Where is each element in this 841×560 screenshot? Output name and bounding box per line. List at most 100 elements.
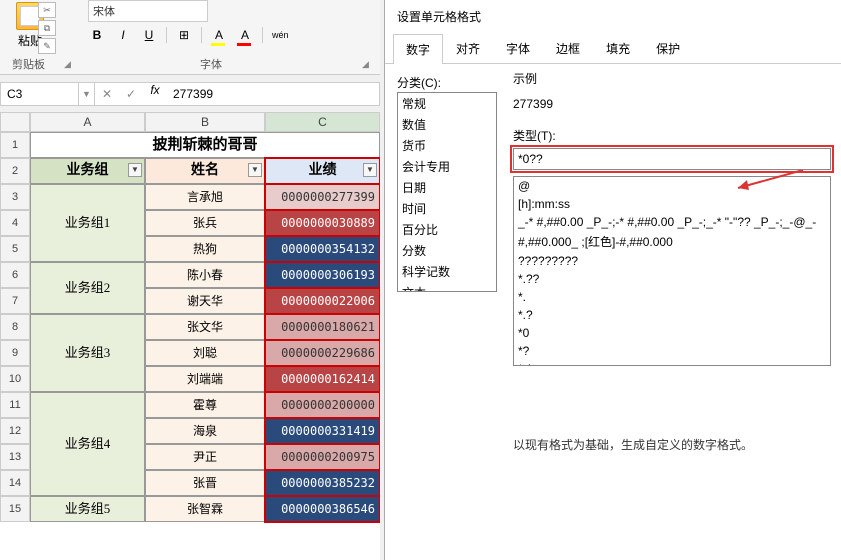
type-item[interactable]: @ (514, 177, 830, 195)
name-cell[interactable]: 张晋 (145, 470, 265, 496)
type-input[interactable] (513, 148, 831, 170)
col-header-b[interactable]: B (145, 112, 265, 132)
copy-icon[interactable]: ⧉ (38, 20, 56, 36)
type-item[interactable]: *0 (514, 324, 830, 342)
underline-button[interactable]: U (140, 26, 158, 44)
col-header-c[interactable]: C (265, 112, 380, 132)
value-cell[interactable]: 0000000386546 (265, 496, 380, 522)
category-item[interactable]: 货币 (398, 135, 496, 156)
header-group[interactable]: 业务组 ▼ (30, 158, 145, 184)
format-painter-icon[interactable]: ✎ (38, 38, 56, 54)
category-item[interactable]: 百分比 (398, 219, 496, 240)
value-cell[interactable]: 0000000162414 (265, 366, 380, 392)
value-cell[interactable]: 0000000200000 (265, 392, 380, 418)
cut-icon[interactable]: ✂ (38, 2, 56, 18)
type-list[interactable]: @[h]:mm:ss_-* #,##0.00 _P_-;-* #,##0.00 … (513, 176, 831, 366)
filter-dropdown-icon[interactable]: ▼ (128, 163, 142, 177)
italic-button[interactable]: I (114, 26, 132, 44)
name-cell[interactable]: 尹正 (145, 444, 265, 470)
name-cell[interactable]: 谢天华 (145, 288, 265, 314)
filter-dropdown-icon[interactable]: ▼ (363, 163, 377, 177)
fx-icon[interactable]: fx (143, 83, 167, 105)
type-item[interactable]: ????????? (514, 252, 830, 270)
value-cell[interactable]: 0000000030889 (265, 210, 380, 236)
row-header[interactable]: 6 (0, 262, 30, 288)
value-cell[interactable]: 0000000229686 (265, 340, 380, 366)
row-header[interactable]: 1 (0, 132, 30, 158)
title-cell[interactable]: 披荆斩棘的哥哥 (30, 132, 380, 158)
name-box-dropdown-icon[interactable]: ▼ (79, 83, 95, 105)
value-cell[interactable]: 0000000331419 (265, 418, 380, 444)
header-name[interactable]: 姓名 ▼ (145, 158, 265, 184)
category-item[interactable]: 日期 (398, 177, 496, 198)
row-header[interactable]: 9 (0, 340, 30, 366)
name-cell[interactable]: 刘端端 (145, 366, 265, 392)
category-item[interactable]: 时间 (398, 198, 496, 219)
tab-保护[interactable]: 保护 (643, 33, 693, 63)
name-cell[interactable]: 张智霖 (145, 496, 265, 522)
phonetic-button[interactable]: wén (271, 26, 289, 44)
type-item[interactable]: #,##0.000_ ;[红色]-#,##0.000 (514, 231, 830, 252)
accept-formula-icon[interactable]: ✓ (119, 87, 143, 101)
header-value[interactable]: 业绩 ▼ (265, 158, 380, 184)
row-header[interactable]: 8 (0, 314, 30, 340)
bold-button[interactable]: B (88, 26, 106, 44)
name-box[interactable]: C3 (1, 83, 79, 105)
category-item[interactable]: 科学记数 (398, 261, 496, 282)
tab-对齐[interactable]: 对齐 (443, 33, 493, 63)
cancel-formula-icon[interactable]: ✕ (95, 87, 119, 101)
type-item[interactable]: *.? (514, 306, 830, 324)
row-header[interactable]: 15 (0, 496, 30, 522)
select-all-corner[interactable] (0, 112, 30, 132)
tab-填充[interactable]: 填充 (593, 33, 643, 63)
row-header[interactable]: 2 (0, 158, 30, 184)
group-cell[interactable]: 业务组2 (30, 262, 145, 314)
name-cell[interactable]: 言承旭 (145, 184, 265, 210)
clipboard-expand-icon[interactable]: ◢ (64, 59, 71, 70)
name-cell[interactable]: 海泉 (145, 418, 265, 444)
type-item[interactable]: *.1 (514, 360, 830, 366)
tab-字体[interactable]: 字体 (493, 33, 543, 63)
category-item[interactable]: 分数 (398, 240, 496, 261)
type-item[interactable]: _-* #,##0.00 _P_-;-* #,##0.00 _P_-;_-* "… (514, 213, 830, 231)
name-cell[interactable]: 陈小春 (145, 262, 265, 288)
value-cell[interactable]: 0000000385232 (265, 470, 380, 496)
name-cell[interactable]: 张兵 (145, 210, 265, 236)
filter-dropdown-icon[interactable]: ▼ (248, 163, 262, 177)
name-cell[interactable]: 霍尊 (145, 392, 265, 418)
row-header[interactable]: 4 (0, 210, 30, 236)
font-expand-icon[interactable]: ◢ (362, 59, 369, 70)
row-header[interactable]: 11 (0, 392, 30, 418)
row-header[interactable]: 12 (0, 418, 30, 444)
value-cell[interactable]: 0000000306193 (265, 262, 380, 288)
value-cell[interactable]: 0000000277399 (265, 184, 380, 210)
row-header[interactable]: 3 (0, 184, 30, 210)
formula-input[interactable]: 277399 (167, 83, 379, 105)
value-cell[interactable]: 0000000354132 (265, 236, 380, 262)
value-cell[interactable]: 0000000022006 (265, 288, 380, 314)
group-cell[interactable]: 业务组3 (30, 314, 145, 392)
category-item[interactable]: 常规 (398, 93, 496, 114)
border-button[interactable]: ⊞ (175, 26, 193, 44)
row-header[interactable]: 7 (0, 288, 30, 314)
category-item[interactable]: 会计专用 (398, 156, 496, 177)
category-item[interactable]: 数值 (398, 114, 496, 135)
type-item[interactable]: *? (514, 342, 830, 360)
category-list[interactable]: 常规数值货币会计专用日期时间百分比分数科学记数文本特殊自定义 (397, 92, 497, 292)
tab-边框[interactable]: 边框 (543, 33, 593, 63)
font-name-select[interactable]: 宋体 (88, 0, 208, 22)
row-header[interactable]: 10 (0, 366, 30, 392)
name-cell[interactable]: 刘聪 (145, 340, 265, 366)
type-item[interactable]: [h]:mm:ss (514, 195, 830, 213)
name-cell[interactable]: 热狗 (145, 236, 265, 262)
value-cell[interactable]: 0000000180621 (265, 314, 380, 340)
name-cell[interactable]: 张文华 (145, 314, 265, 340)
row-header[interactable]: 13 (0, 444, 30, 470)
type-item[interactable]: *. (514, 288, 830, 306)
group-cell[interactable]: 业务组5 (30, 496, 145, 522)
value-cell[interactable]: 0000000200975 (265, 444, 380, 470)
row-header[interactable]: 14 (0, 470, 30, 496)
type-item[interactable]: *.?? (514, 270, 830, 288)
col-header-a[interactable]: A (30, 112, 145, 132)
row-header[interactable]: 5 (0, 236, 30, 262)
